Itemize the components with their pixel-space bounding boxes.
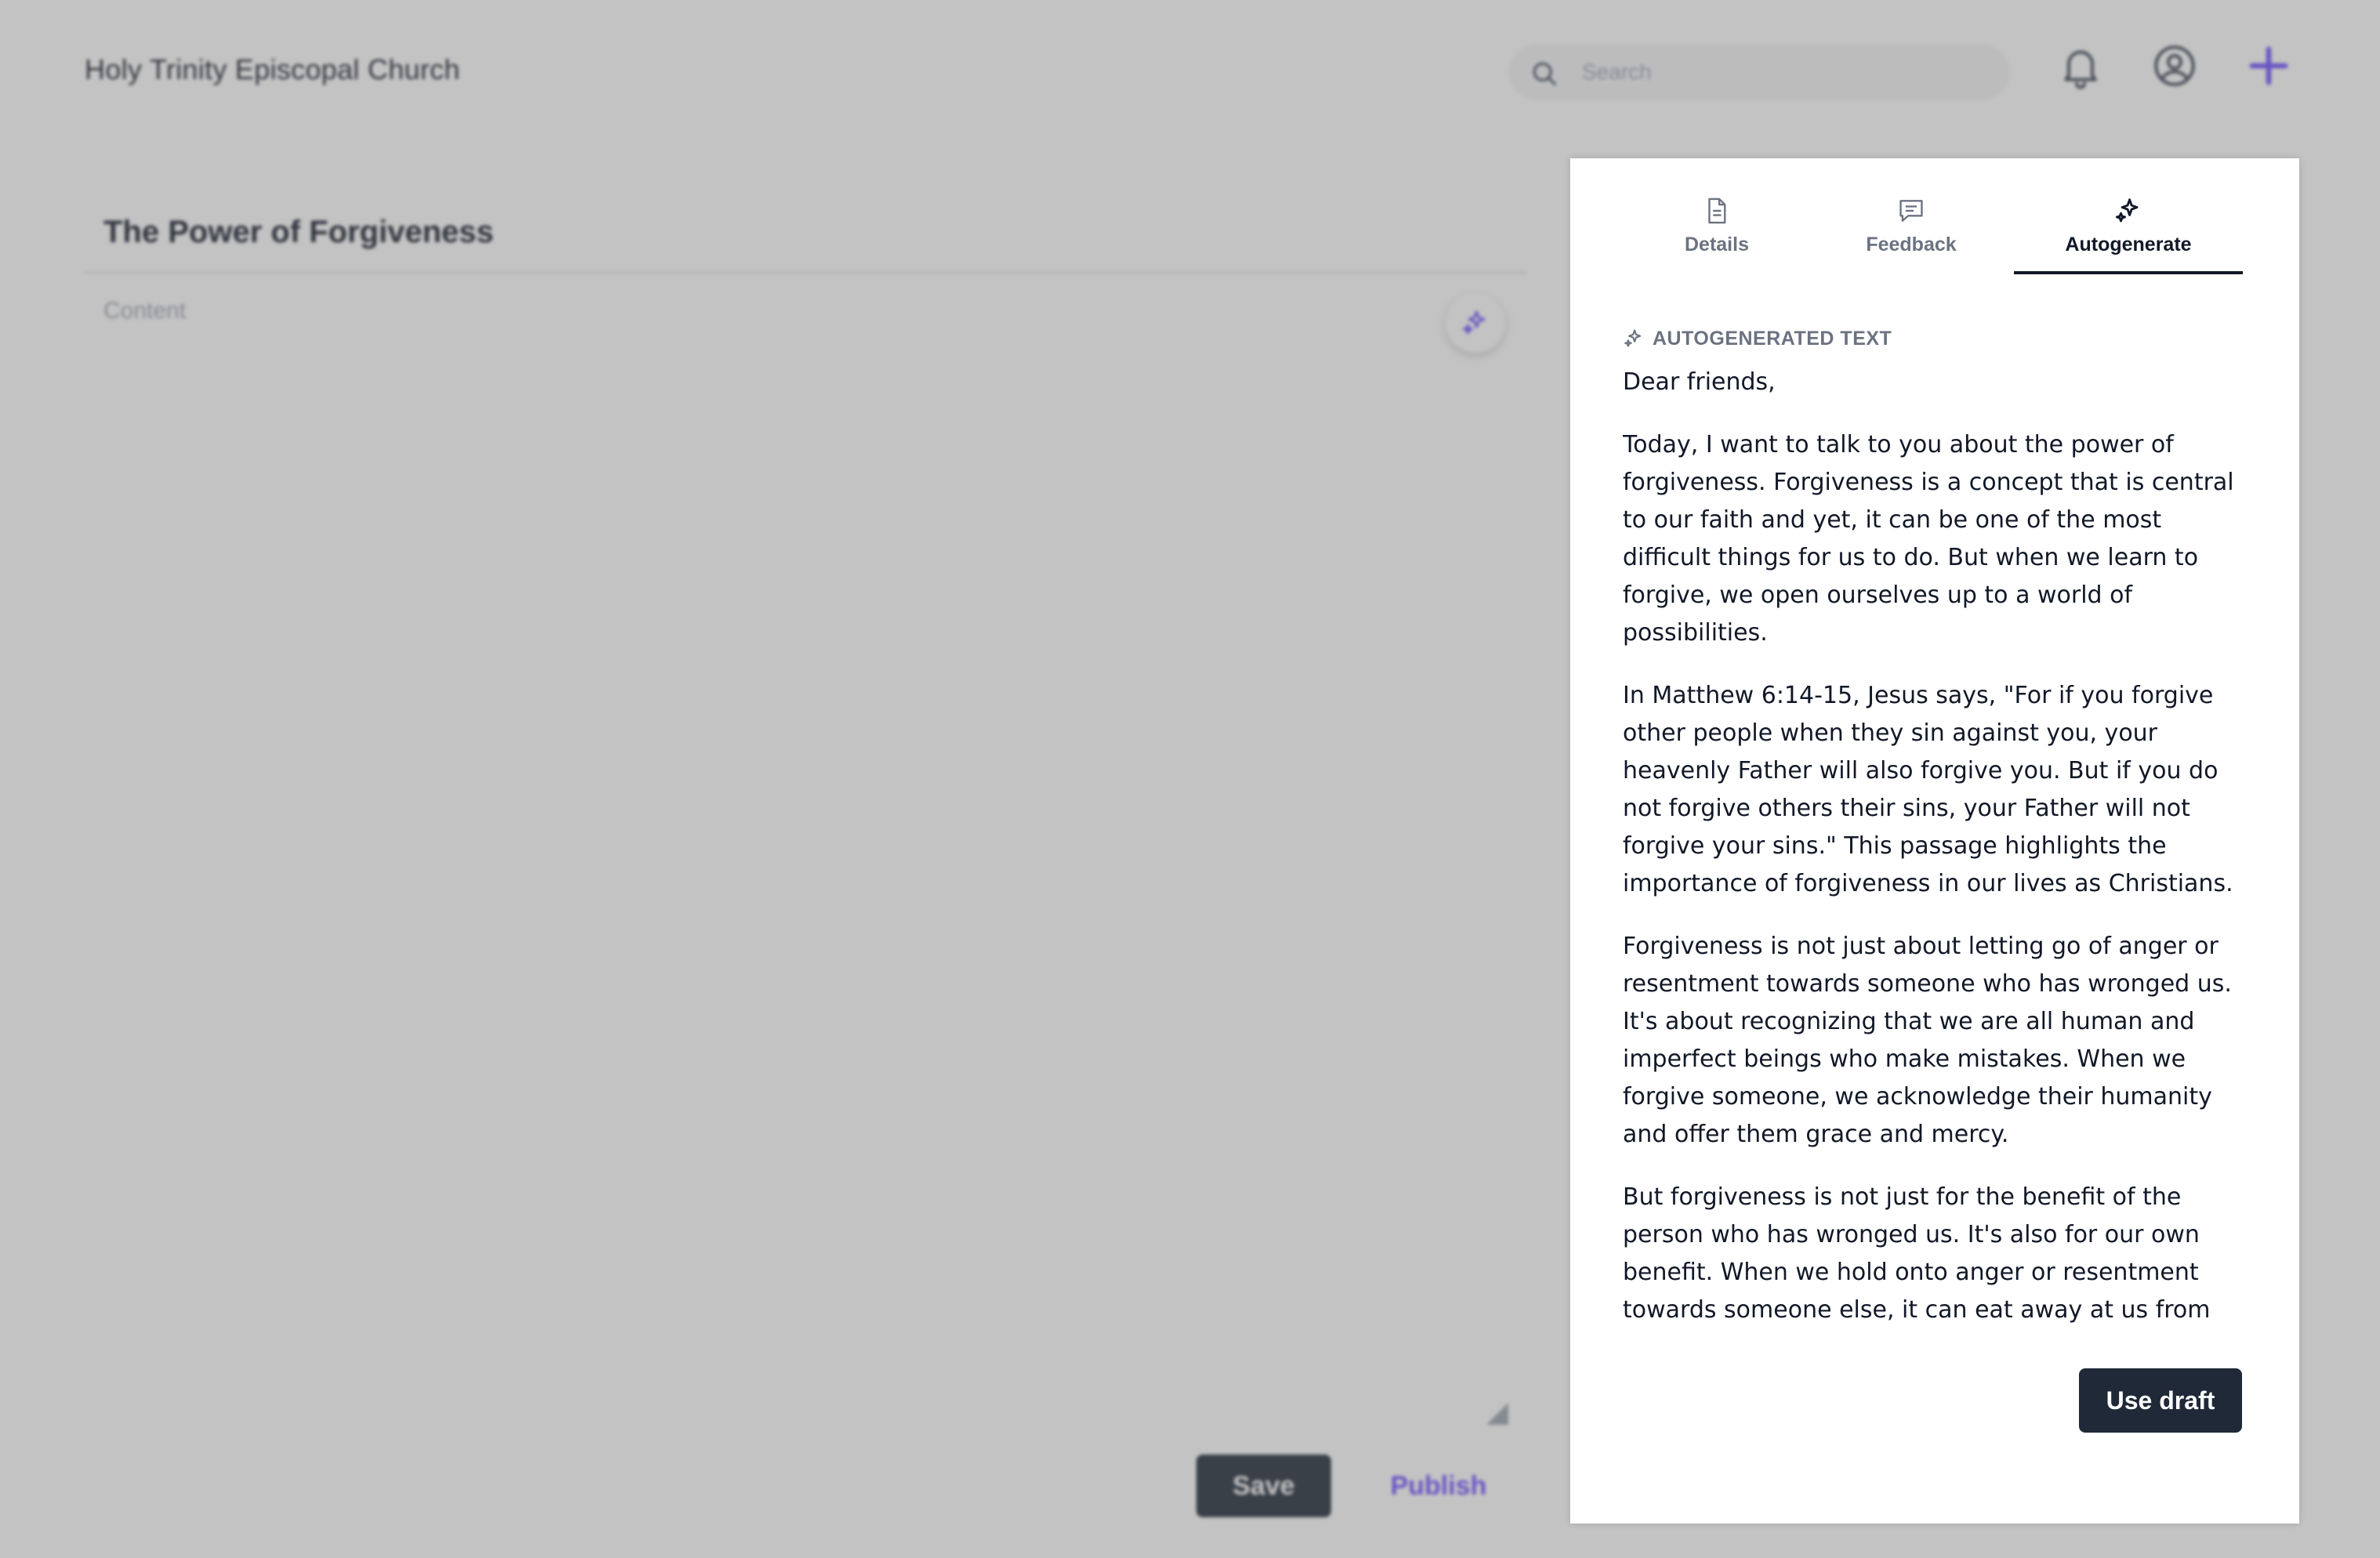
tab-feedback-label: Feedback [1866,234,1957,255]
active-tab-indicator [2014,271,2243,274]
tab-details-label: Details [1685,234,1749,255]
tab-autogenerate-label: Autogenerate [2065,234,2192,255]
tab-details[interactable]: Details [1666,196,1768,276]
tab-feedback[interactable]: Feedback [1852,196,1970,276]
side-panel: Details Feedback Autogenerate AUTOGENERA… [1570,158,2299,1524]
section-label: AUTOGENERATED TEXT [1653,328,1892,350]
generated-paragraph: In Matthew 6:14-15, Jesus says, "For if … [1623,682,2233,897]
comment-icon [1899,200,1923,222]
sparkles-icon [1624,329,1642,347]
text-fade [1623,1326,2258,1354]
sparkles-icon [2116,198,2139,223]
document-icon [1708,197,1726,224]
panel-tabs: Details Feedback Autogenerate [1570,158,2299,276]
use-draft-button[interactable]: Use draft [2079,1368,2242,1433]
generated-paragraph: But forgiveness is not just for the bene… [1623,1183,2211,1324]
generated-paragraph: Forgiveness is not just about letting go… [1623,933,2232,1148]
generated-paragraph: Dear friends, [1623,368,1776,396]
tab-autogenerate[interactable]: Autogenerate [2014,196,2243,276]
generated-paragraph: Today, I want to talk to you about the p… [1623,431,2234,647]
